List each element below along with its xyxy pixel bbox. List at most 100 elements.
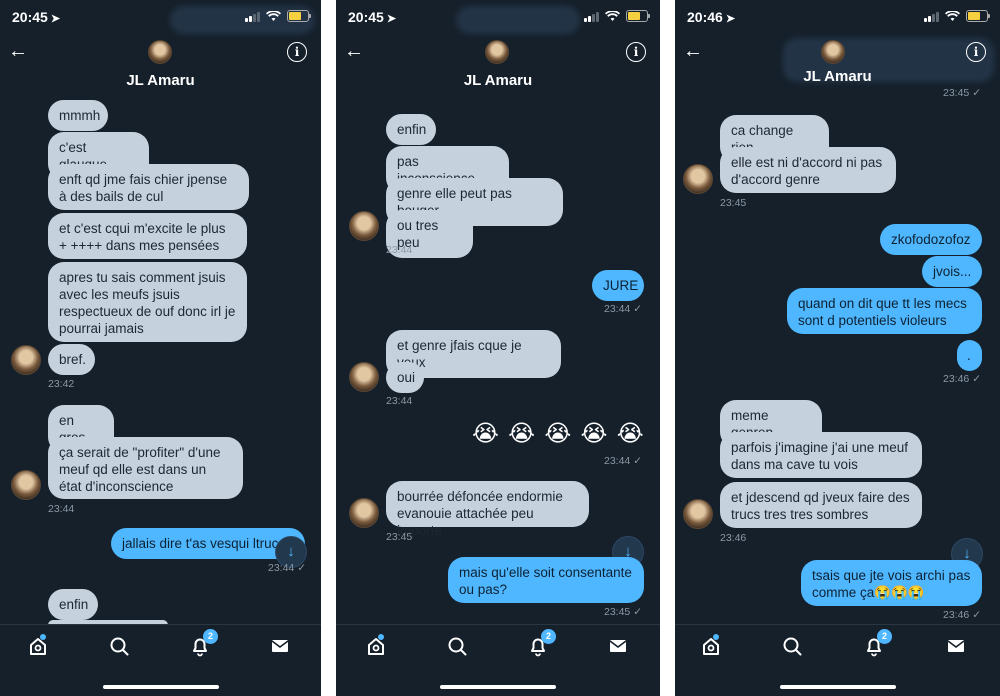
tab-search[interactable] (444, 635, 470, 661)
message-bubble[interactable]: quand on dit que tt les mecs sont d pote… (787, 288, 982, 334)
message-bubble[interactable]: . (957, 340, 982, 371)
dm-screen-1: 20:45➤ ← i JL Amaru mmmh c'est glauque e… (0, 0, 321, 696)
tab-notifications[interactable]: 2 (525, 629, 556, 661)
notification-badge: 2 (877, 629, 892, 644)
message-timestamp: 23:46 (720, 532, 747, 544)
status-time: 20:45 (12, 9, 48, 25)
sender-avatar[interactable] (349, 498, 379, 528)
message-timestamp: 23:44 (386, 395, 413, 407)
tab-search[interactable] (779, 635, 805, 661)
message-bubble[interactable]: zkofodozofoz (880, 224, 982, 255)
contact-avatar[interactable] (485, 40, 509, 64)
tab-bar: 2 (0, 624, 321, 696)
message-bubble[interactable]: apres tu sais comment jsuis avec les meu… (48, 262, 247, 342)
message-bubble[interactable]: enfin (386, 114, 436, 145)
message-bubble[interactable]: enfin (48, 589, 98, 620)
dm-screen-3: 20:46➤ ← i JL Amaru 23:45 ✓ ca change ri… (675, 0, 1000, 696)
status-bar: 20:46 ➤ (687, 9, 990, 27)
search-icon (448, 637, 467, 656)
wifi-icon (605, 10, 620, 21)
tab-notifications[interactable]: 2 (861, 629, 892, 661)
signal-icon (924, 11, 939, 22)
message-bubble[interactable]: tsais que jte vois archi pas comme ça😭😭😭 (801, 560, 982, 606)
info-icon[interactable]: i (626, 42, 646, 62)
tab-messages[interactable] (267, 635, 293, 661)
notification-badge: 2 (203, 629, 218, 644)
contact-name[interactable]: JL Amaru (675, 68, 1000, 85)
search-icon (110, 637, 129, 656)
home-indicator-dot (713, 634, 719, 640)
mail-icon (947, 640, 965, 652)
message-bubble[interactable]: oui (386, 362, 424, 393)
message-timestamp: 23:45 ✓ (604, 606, 642, 618)
message-timestamp: 23:44 (48, 503, 75, 515)
info-icon[interactable]: i (966, 42, 986, 62)
message-bubble[interactable]: jvois... (922, 256, 982, 287)
home-indicator-bar (779, 685, 896, 689)
location-icon: ➤ (50, 13, 61, 25)
message-timestamp: 23:44 (386, 244, 413, 256)
contact-name[interactable]: JL Amaru (0, 72, 321, 89)
wifi-icon (266, 10, 281, 21)
tab-notifications[interactable]: 2 (187, 629, 218, 661)
back-arrow-icon[interactable]: ← (683, 40, 703, 63)
contact-avatar[interactable] (821, 40, 845, 64)
battery-icon (287, 10, 311, 22)
message-bubble[interactable]: mais qu'elle soit consentante ou pas? (448, 557, 644, 603)
message-timestamp: 23:45 (720, 197, 747, 209)
status-bar: 20:45 ➤ (348, 9, 650, 27)
tab-bar: 2 (675, 624, 1000, 696)
message-timestamp: 23:46 ✓ (943, 373, 981, 385)
tab-messages[interactable] (605, 635, 631, 661)
signal-icon (584, 11, 599, 22)
message-bubble[interactable]: ça serait de "profiter" d'une meuf qd el… (48, 437, 243, 499)
info-icon[interactable]: i (287, 42, 307, 62)
tab-bar: 2 (336, 624, 660, 696)
mail-icon (609, 640, 627, 652)
message-timestamp: 23:44 ✓ (604, 455, 642, 467)
battery-icon (966, 10, 990, 22)
location-icon: ➤ (725, 13, 736, 25)
notification-badge: 2 (541, 629, 556, 644)
contact-name[interactable]: JL Amaru (336, 72, 660, 89)
message-bubble[interactable]: parfois j'imagine j'ai une meuf dans ma … (720, 432, 922, 478)
dm-screen-2: 20:45➤ ← i JL Amaru enfin pas inconscien… (336, 0, 660, 696)
message-timestamp: 23:45 (386, 531, 413, 543)
tab-home[interactable] (698, 634, 724, 661)
message-bubble[interactable]: JURE (592, 270, 644, 301)
status-bar: 20:45 ➤ (12, 9, 311, 27)
conversation-header: ← i JL Amaru (0, 36, 321, 96)
message-bubble[interactable]: mmmh (48, 100, 108, 131)
emoji-message[interactable]: 😭 😭 😭 😭 😭 (472, 421, 645, 447)
sender-avatar[interactable] (349, 362, 379, 392)
back-arrow-icon[interactable]: ← (8, 40, 28, 63)
message-bubble[interactable]: et c'est cqui m'excite le plus + ++++ da… (48, 213, 247, 259)
back-arrow-icon[interactable]: ← (344, 40, 364, 63)
sender-avatar[interactable] (683, 164, 713, 194)
tab-home[interactable] (363, 634, 389, 661)
sender-avatar[interactable] (11, 470, 41, 500)
home-indicator-bar (102, 685, 219, 689)
message-bubble[interactable]: enft qd jme fais chier jpense à des bail… (48, 164, 249, 210)
message-timestamp: 23:46 ✓ (943, 609, 981, 621)
search-icon (783, 637, 802, 656)
message-bubble[interactable]: bourrée défoncée endormie evanouie attac… (386, 481, 589, 538)
sender-avatar[interactable] (349, 211, 379, 241)
tab-messages[interactable] (943, 635, 969, 661)
home-indicator-dot (378, 634, 384, 640)
battery-icon (626, 10, 650, 22)
sender-avatar[interactable] (683, 499, 713, 529)
message-timestamp: 23:45 ✓ (943, 87, 981, 99)
sender-avatar[interactable] (11, 345, 41, 375)
message-bubble[interactable]: elle est ni d'accord ni pas d'accord gen… (720, 147, 896, 193)
tab-home[interactable] (25, 634, 51, 661)
message-timestamp: 23:42 (48, 378, 75, 390)
message-bubble[interactable]: bref. (48, 344, 95, 375)
tab-search[interactable] (106, 635, 132, 661)
contact-avatar[interactable] (148, 40, 172, 64)
message-timestamp: 23:44 ✓ (268, 562, 306, 574)
message-bubble[interactable]: et jdescend qd jveux faire des trucs tre… (720, 482, 922, 528)
location-icon: ➤ (386, 13, 397, 25)
conversation-header: ← i JL Amaru (336, 36, 660, 96)
status-time: 20:45 (348, 9, 384, 25)
